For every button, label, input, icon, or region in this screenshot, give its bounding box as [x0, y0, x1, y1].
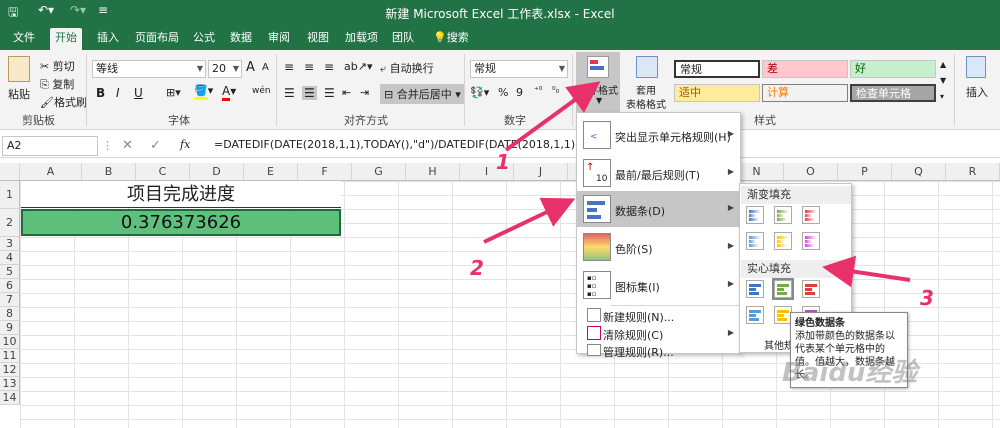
annotation-arrows [483, 81, 911, 288]
arrow-2 [483, 197, 576, 244]
annotation-number-2: 2 [470, 256, 484, 280]
arrow-3 [822, 255, 911, 288]
annotation-number-1: 1 [496, 150, 510, 174]
annotation-number-3: 3 [920, 286, 934, 310]
arrow-1 [504, 81, 601, 152]
